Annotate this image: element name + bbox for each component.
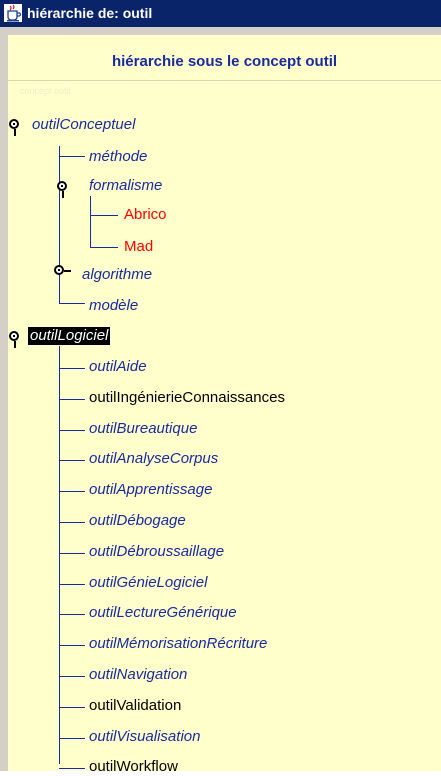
tree-connector bbox=[59, 522, 85, 523]
tree-node[interactable]: outilWorkflow bbox=[89, 758, 178, 776]
tree-connector bbox=[59, 346, 60, 764]
tree-connector bbox=[59, 491, 85, 492]
java-cup-icon bbox=[4, 4, 22, 22]
tree-node[interactable]: outilLectureGénérique bbox=[89, 604, 237, 622]
tree-node[interactable]: formalisme bbox=[89, 177, 162, 195]
tree-node[interactable]: outilBureautique bbox=[89, 420, 197, 438]
tree-leaf-instance[interactable]: Abrico bbox=[124, 206, 167, 224]
tree-node-root[interactable]: outilConceptuel bbox=[32, 116, 135, 134]
tree-node[interactable]: outilVisualisation bbox=[89, 728, 200, 746]
handle-expanded-icon[interactable] bbox=[9, 331, 19, 348]
tree-node-root-selected[interactable]: outilLogiciel bbox=[28, 327, 111, 345]
hierarchy-tree[interactable]: outilConceptuel méthode formalisme Abric… bbox=[8, 110, 441, 775]
tree-node[interactable]: outilGénieLogiciel bbox=[89, 574, 207, 592]
tree-connector bbox=[59, 399, 85, 400]
tree-node[interactable]: outilIngénierieConnaissances bbox=[89, 389, 285, 407]
handle-collapsed-icon[interactable] bbox=[54, 265, 71, 275]
tree-node[interactable]: outilApprentissage bbox=[89, 481, 212, 499]
tree-leaf-instance[interactable]: Mad bbox=[124, 238, 153, 256]
tree-node[interactable]: outilValidation bbox=[89, 697, 181, 715]
tree-node[interactable]: outilDébogage bbox=[89, 512, 186, 530]
tree-node[interactable]: outilNavigation bbox=[89, 666, 187, 684]
tree-connector bbox=[59, 553, 85, 554]
handle-expanded-icon[interactable] bbox=[9, 119, 19, 136]
tree-connector bbox=[59, 156, 85, 157]
tree-connector bbox=[59, 707, 85, 708]
tree-connector bbox=[59, 146, 60, 303]
tree-connector bbox=[59, 614, 85, 615]
tree-connector bbox=[59, 768, 85, 769]
tree-node[interactable]: outilMémorisationRécriture bbox=[89, 635, 267, 653]
tree-connector bbox=[59, 368, 85, 369]
tree-connector bbox=[59, 460, 85, 461]
tree-node[interactable]: outilDébroussaillage bbox=[89, 543, 224, 561]
tree-node[interactable]: méthode bbox=[89, 148, 147, 166]
handle-expanded-icon[interactable] bbox=[57, 181, 67, 198]
tree-connector bbox=[59, 430, 85, 431]
tree-connector bbox=[90, 196, 91, 248]
tree-node[interactable]: outilAide bbox=[89, 358, 147, 376]
hierarchy-window: hiérarchie de: outil hiérarchie sous le … bbox=[0, 0, 441, 775]
tree-node[interactable]: modèle bbox=[89, 297, 138, 315]
tree-connector bbox=[90, 215, 118, 216]
tree-connector bbox=[59, 584, 85, 585]
tree-connector bbox=[59, 676, 85, 677]
panel-subtitle: hiérarchie sous le concept outil bbox=[111, 53, 338, 70]
window-title: hiérarchie de: outil bbox=[27, 5, 153, 21]
faint-caption: concept outil bbox=[20, 86, 71, 96]
tree-connector bbox=[59, 645, 85, 646]
tree-connector bbox=[59, 303, 85, 304]
tree-connector bbox=[90, 247, 118, 248]
window-frame-left bbox=[0, 27, 8, 771]
title-bar[interactable]: hiérarchie de: outil bbox=[0, 0, 441, 27]
tree-node[interactable]: outilAnalyseCorpus bbox=[89, 450, 218, 468]
header-divider bbox=[8, 80, 441, 81]
tree-connector bbox=[59, 738, 85, 739]
tree-node[interactable]: algorithme bbox=[82, 266, 152, 284]
window-frame-top bbox=[0, 27, 441, 35]
